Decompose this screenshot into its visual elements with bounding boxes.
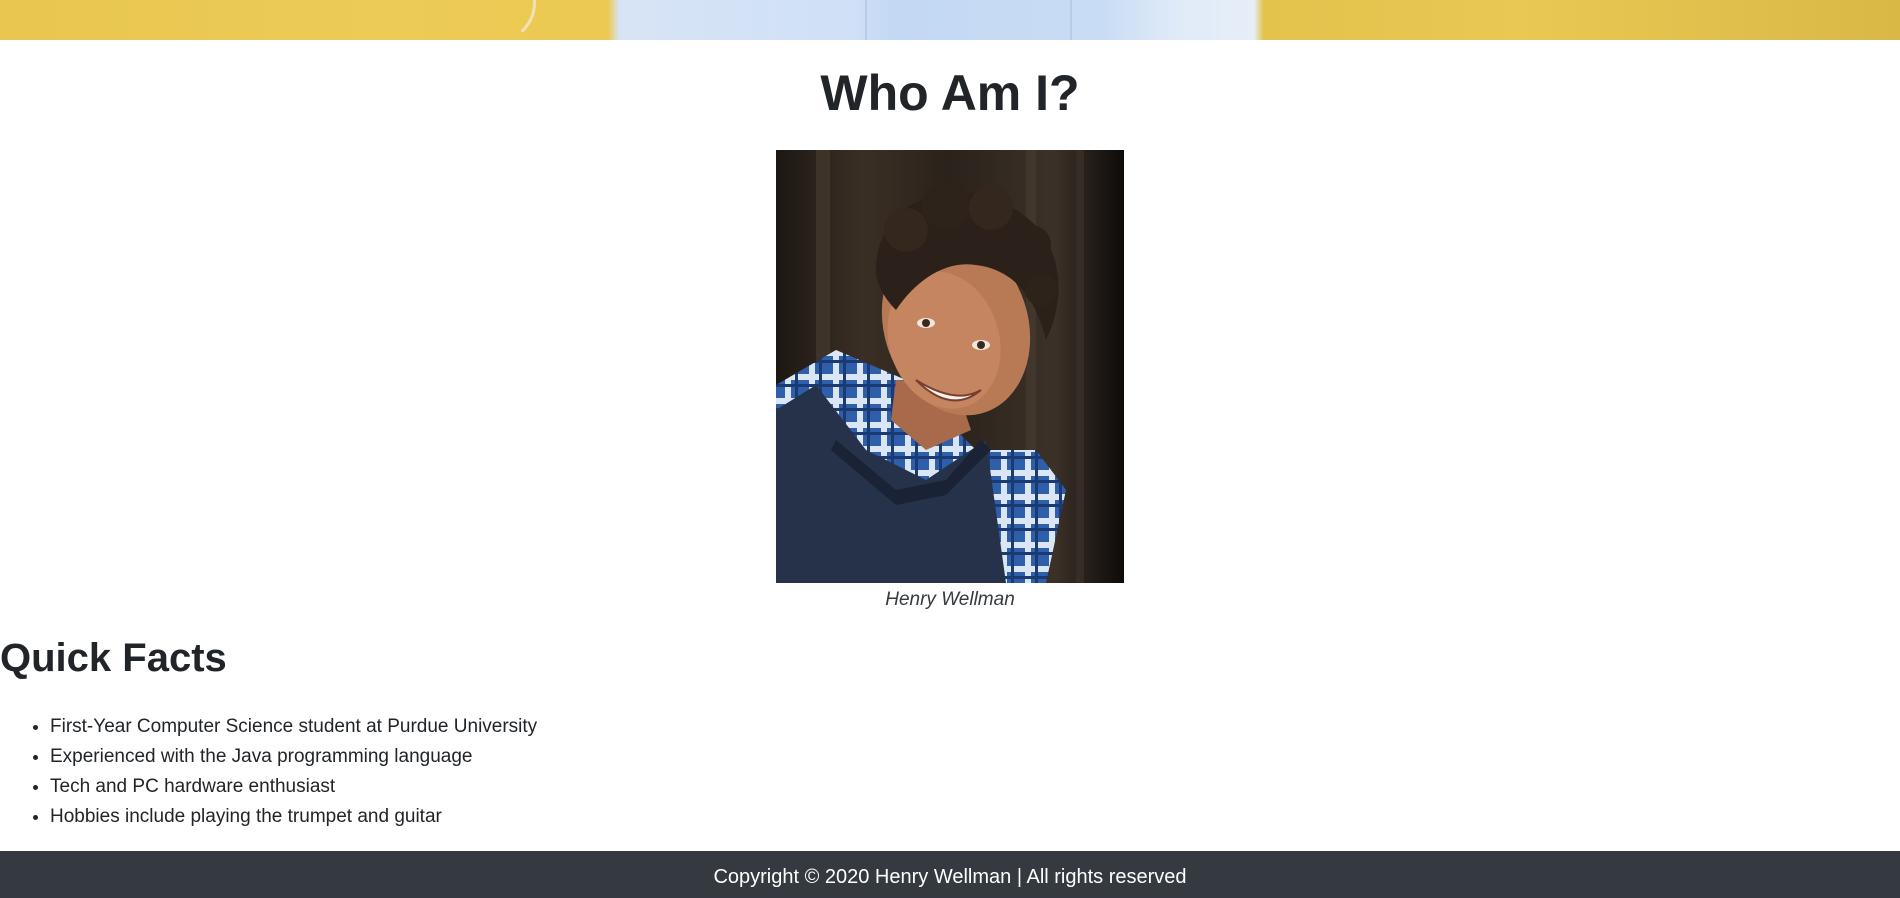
cable-decoration [440, 0, 536, 40]
copyright-text: Copyright © 2020 Henry Wellman | All rig… [713, 866, 1187, 888]
header-banner-image [0, 0, 1900, 40]
quick-facts-heading: Quick Facts [0, 636, 227, 680]
page-title: Who Am I? [820, 65, 1080, 121]
list-item: Hobbies include playing the trumpet and … [50, 802, 537, 832]
page: Who Am I? Henry Wellman Quick Facts • Fi… [0, 0, 1900, 898]
list-item: Tech and PC hardware enthusiast [50, 772, 537, 802]
quick-facts-list: First-Year Computer Science student at P… [0, 712, 537, 832]
list-item: First-Year Computer Science student at P… [50, 712, 537, 742]
cable-decoration [97, 0, 209, 40]
list-item: Experienced with the Java programming la… [50, 742, 537, 772]
portrait-photo [776, 150, 1124, 583]
footer: Copyright © 2020 Henry Wellman | All rig… [0, 851, 1900, 898]
portrait-figure: Henry Wellman [776, 150, 1124, 613]
banner-divider [1070, 0, 1072, 40]
banner-divider [865, 0, 867, 40]
portrait-caption: Henry Wellman [885, 589, 1015, 610]
